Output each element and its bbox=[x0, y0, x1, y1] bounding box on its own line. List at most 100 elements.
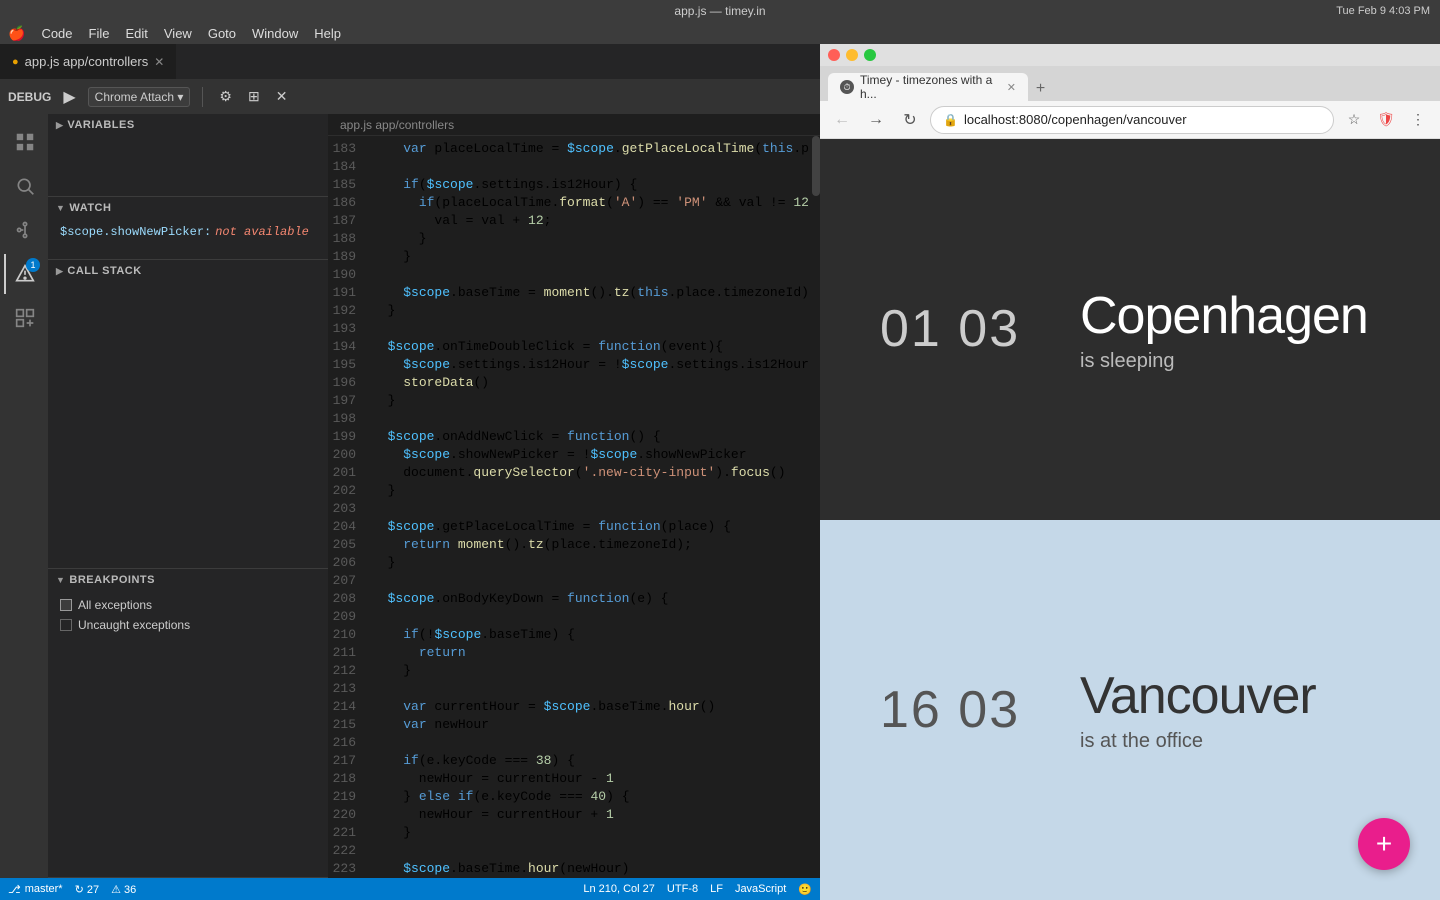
back-btn[interactable]: ← bbox=[828, 106, 856, 134]
line-content: val = val + 12; bbox=[372, 212, 820, 230]
line-content: } bbox=[372, 824, 820, 842]
warnings-count: ⚠ 36 bbox=[111, 883, 136, 896]
code-line: 223 $scope.baseTime.hour(newHour) bbox=[328, 860, 820, 878]
browser-tab-close-btn[interactable]: ✕ bbox=[1007, 81, 1016, 94]
code-line: 205 return moment().tz(place.timezoneId)… bbox=[328, 536, 820, 554]
system-clock: Tue Feb 9 4:03 PM bbox=[1336, 0, 1430, 22]
variables-header[interactable]: ▶ VARIABLES bbox=[48, 114, 328, 136]
debug-label: DEBUG bbox=[8, 90, 51, 104]
code-lines: 183 var placeLocalTime = $scope.getPlace… bbox=[328, 136, 820, 878]
variables-section: ▶ VARIABLES bbox=[48, 114, 328, 197]
window-minimize-btn[interactable] bbox=[846, 49, 858, 61]
vancouver-info: Vancouver is at the office bbox=[1080, 666, 1316, 753]
refresh-btn[interactable]: ↻ bbox=[896, 106, 924, 134]
menu-file[interactable]: File bbox=[89, 26, 110, 41]
debug-config-dropdown[interactable]: Chrome Attach ▾ bbox=[88, 87, 191, 107]
bp-uncaught-checkbox[interactable] bbox=[60, 619, 72, 631]
code-line: 194 $scope.onTimeDoubleClick = function(… bbox=[328, 338, 820, 356]
browser-tab-timey[interactable]: ⏱ Timey - timezones with a h... ✕ bbox=[828, 73, 1028, 101]
apple-menu[interactable]: 🍎 bbox=[8, 25, 25, 42]
line-number: 206 bbox=[328, 554, 372, 572]
line-number: 189 bbox=[328, 248, 372, 266]
menu-code[interactable]: Code bbox=[41, 26, 72, 41]
debug-settings-btn[interactable]: ⚙ bbox=[215, 86, 236, 107]
line-content bbox=[372, 842, 820, 860]
code-line: 193 bbox=[328, 320, 820, 338]
line-content: } bbox=[372, 302, 820, 320]
menu-view[interactable]: View bbox=[164, 26, 192, 41]
cursor-position[interactable]: Ln 210, Col 27 bbox=[583, 883, 655, 895]
git-branch[interactable]: ⎇ master* bbox=[8, 883, 63, 896]
tab-close-btn[interactable]: ✕ bbox=[154, 55, 164, 69]
new-tab-btn[interactable]: + bbox=[1028, 76, 1053, 101]
code-content[interactable]: 183 var placeLocalTime = $scope.getPlace… bbox=[328, 136, 820, 878]
code-scrollbar[interactable] bbox=[810, 136, 820, 878]
line-ending[interactable]: LF bbox=[710, 883, 723, 895]
line-content bbox=[372, 266, 820, 284]
code-line: 220 newHour = currentHour + 1 bbox=[328, 806, 820, 824]
activity-search[interactable] bbox=[4, 166, 44, 206]
debug-close-btn[interactable]: ✕ bbox=[272, 86, 292, 107]
line-number: 187 bbox=[328, 212, 372, 230]
add-city-btn[interactable]: + bbox=[1358, 818, 1410, 870]
activity-extensions[interactable] bbox=[4, 298, 44, 338]
watch-header[interactable]: ▼ WATCH bbox=[48, 197, 328, 219]
breakpoints-section: ▼ BREAKPOINTS All exceptions Uncaught ex… bbox=[48, 569, 328, 878]
watch-key: $scope.showNewPicker: bbox=[60, 225, 211, 239]
activity-git[interactable] bbox=[4, 210, 44, 250]
browser-menu-btn[interactable]: ⋮ bbox=[1404, 106, 1432, 134]
browser-tab-favicon: ⏱ bbox=[840, 80, 854, 94]
bookmark-btn[interactable]: ☆ bbox=[1340, 106, 1368, 134]
sync-status[interactable]: ↻ 27 bbox=[75, 883, 100, 896]
window-maximize-btn[interactable] bbox=[864, 49, 876, 61]
breakpoints-header[interactable]: ▼ BREAKPOINTS bbox=[48, 569, 328, 591]
bp-all-exceptions[interactable]: All exceptions bbox=[48, 595, 328, 615]
bp-all-checkbox[interactable] bbox=[60, 599, 72, 611]
line-number: 197 bbox=[328, 392, 372, 410]
editor-tab-appjs[interactable]: ● app.js app/controllers ✕ bbox=[0, 44, 177, 79]
code-editor[interactable]: app.js app/controllers 183 var placeLoca… bbox=[328, 114, 820, 878]
line-content bbox=[372, 734, 820, 752]
activity-explorer[interactable] bbox=[4, 122, 44, 162]
menu-window[interactable]: Window bbox=[252, 26, 298, 41]
line-content: } bbox=[372, 392, 820, 410]
menu-edit[interactable]: Edit bbox=[125, 26, 147, 41]
variables-title: VARIABLES bbox=[67, 119, 134, 131]
warnings-status[interactable]: ⚠ 36 bbox=[111, 883, 136, 896]
bp-uncaught-exceptions[interactable]: Uncaught exceptions bbox=[48, 615, 328, 635]
language-mode[interactable]: JavaScript bbox=[735, 883, 786, 895]
variables-chevron: ▶ bbox=[56, 120, 63, 131]
url-text: localhost:8080/copenhagen/vancouver bbox=[964, 112, 1187, 127]
line-number: 185 bbox=[328, 176, 372, 194]
forward-btn[interactable]: → bbox=[862, 106, 890, 134]
status-bar: ⎇ master* ↻ 27 ⚠ 36 Ln 210, Col 27 UTF-8… bbox=[0, 878, 820, 900]
menu-help[interactable]: Help bbox=[314, 26, 341, 41]
code-line: 219 } else if(e.keyCode === 40) { bbox=[328, 788, 820, 806]
menu-goto[interactable]: Goto bbox=[208, 26, 236, 41]
debug-split-btn[interactable]: ⊞ bbox=[244, 86, 264, 107]
debug-play-btn[interactable]: ▶ bbox=[59, 85, 79, 109]
url-bar[interactable]: 🔒 localhost:8080/copenhagen/vancouver bbox=[930, 106, 1334, 134]
browser-titlebar bbox=[820, 44, 1440, 66]
debug-sidebar: ▶ VARIABLES ▼ WATCH $scope.showNewPicker… bbox=[48, 114, 328, 878]
vancouver-status: is at the office bbox=[1080, 730, 1316, 753]
datetime-display: Tue Feb 9 4:03 PM bbox=[1336, 5, 1430, 17]
line-number: 221 bbox=[328, 824, 372, 842]
code-line: 201 document.querySelector('.new-city-in… bbox=[328, 464, 820, 482]
line-number: 223 bbox=[328, 860, 372, 878]
line-content: } bbox=[372, 230, 820, 248]
browser-tab-title: Timey - timezones with a h... bbox=[860, 73, 997, 101]
emoji-status[interactable]: 🙂 bbox=[798, 883, 812, 896]
vancouver-time: 16 03 bbox=[880, 680, 1040, 740]
window-close-btn[interactable] bbox=[828, 49, 840, 61]
extensions-icon[interactable]: 🛡 bbox=[1372, 106, 1400, 134]
file-encoding[interactable]: UTF-8 bbox=[667, 883, 698, 895]
callstack-header[interactable]: ▶ CALL STACK bbox=[48, 260, 328, 282]
breakpoints-title: BREAKPOINTS bbox=[69, 574, 155, 586]
code-line: 199 $scope.onAddNewClick = function() { bbox=[328, 428, 820, 446]
activity-debug[interactable]: 1 bbox=[4, 254, 44, 294]
code-line: 221 } bbox=[328, 824, 820, 842]
code-line: 210 if(!$scope.baseTime) { bbox=[328, 626, 820, 644]
line-content bbox=[372, 410, 820, 428]
scrollbar-thumb[interactable] bbox=[812, 136, 820, 196]
